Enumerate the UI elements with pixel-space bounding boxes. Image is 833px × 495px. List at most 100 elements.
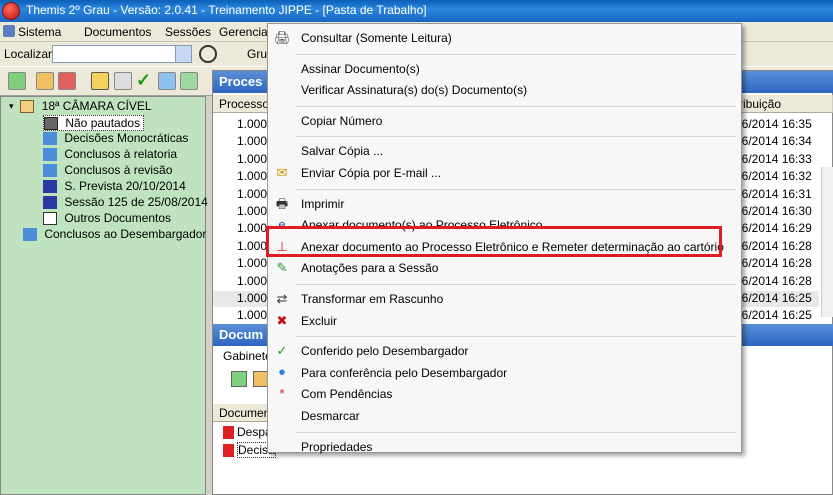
user-group-icon <box>43 164 57 178</box>
menu-item-label: Verificar Assinatura(s) do(s) Documento(… <box>301 83 528 98</box>
tree-item-label: Decisões Monocráticas <box>64 131 189 145</box>
distribution-date: 06/2014 16:25 <box>735 308 812 323</box>
printer-icon: 🖶 <box>275 195 289 211</box>
menu-item-label: Imprimir <box>301 196 345 211</box>
distribution-date: 06/2014 16:28 <box>735 256 812 271</box>
tab-gabinete[interactable]: Gabinete <box>223 349 272 363</box>
menu-separator <box>296 188 736 190</box>
tree-item-label: Outros Documentos <box>64 211 172 225</box>
window-title: Themis 2º Grau - Versão: 2.0.41 - Treina… <box>26 3 427 17</box>
app-logo-icon <box>2 2 20 20</box>
menu-item-label: Copiar Número <box>301 113 383 128</box>
menu-item-transformar-em-rascunho[interactable]: ⇄ Transformar em Rascunho <box>268 289 741 309</box>
tree-item-conclusos-desembargador[interactable]: Conclusos ao Desembargador <box>23 227 206 243</box>
blue-dot-icon: • <box>278 361 286 384</box>
column-header-documento[interactable]: Documen <box>213 404 273 422</box>
user-group-icon <box>23 228 37 242</box>
menu-sessoes[interactable]: Sessões <box>165 25 211 39</box>
menu-item-label: Desmarcar <box>301 409 360 423</box>
copy-icon[interactable] <box>114 72 132 90</box>
checkmark-icon[interactable]: ✓ <box>136 70 151 91</box>
scrollbar[interactable] <box>821 167 833 317</box>
tree-item-label: Conclusos à relatoria <box>64 147 178 161</box>
menu-item-label: Transformar em Rascunho <box>301 292 444 306</box>
menu-item-para-conferencia-pelo-desembargador[interactable]: • Para conferência pelo Desembargador <box>268 363 741 383</box>
pdf-icon <box>223 444 234 458</box>
menu-item-label: Enviar Cópia por E-mail ... <box>301 166 442 180</box>
pencil-note-icon: ✎ <box>276 260 288 276</box>
tree-item-nao-pautados[interactable]: Não pautados <box>43 115 145 131</box>
column-header-distribuicao[interactable]: ribuição <box>733 95 833 113</box>
menu-item-verificar-assinatura-s-do-s-documento-s[interactable]: Verificar Assinatura(s) do(s) Documento(… <box>268 80 741 100</box>
tree-root-label: 18ª CÂMARA CÍVEL <box>41 99 152 113</box>
process-number: 1.000 <box>237 169 268 184</box>
tree-item-sessao-125[interactable]: Sessão 125 de 25/08/2014 <box>43 195 208 211</box>
refresh-icon[interactable] <box>231 371 247 387</box>
menu-item-enviar-copia-por-e-mail[interactable]: ✉ Enviar Cópia por E-mail ... <box>268 163 741 183</box>
process-number: 1.000 <box>237 273 268 288</box>
menu-separator <box>296 136 736 138</box>
menu-item-label: Conferido pelo Desembargador <box>301 344 469 359</box>
menu-item-copiar-numero[interactable]: Copiar Número <box>268 111 741 131</box>
refresh-icon[interactable] <box>8 72 26 90</box>
menu-item-label: Salvar Cópia ... <box>301 144 384 159</box>
menu-item-com-pendencias[interactable]: * Com Pendências <box>268 384 741 404</box>
menu-item-consultar-somente-leitura[interactable]: 🖨 Consultar (Somente Leitura) <box>268 28 741 48</box>
tree-item-outros[interactable]: Outros Documentos <box>43 211 171 227</box>
menu-gerencia[interactable]: Gerencia <box>219 25 268 39</box>
tree-item-label: S. Prevista 20/10/2014 <box>64 179 186 193</box>
envelope-icon: ✉ <box>276 165 288 180</box>
tree-item-label: Não pautados <box>65 116 141 130</box>
book-icon[interactable] <box>158 72 176 90</box>
document-row[interactable]: Despa <box>223 425 272 440</box>
export-icon[interactable] <box>180 72 198 90</box>
menu-item-propriedades[interactable]: Propriedades <box>268 437 741 457</box>
distribution-date: 06/2014 16:29 <box>735 221 812 236</box>
tree-item-s-prevista[interactable]: S. Prevista 20/10/2014 <box>43 179 186 195</box>
menu-separator <box>296 105 736 107</box>
distribution-date: 06/2014 16:28 <box>735 273 812 288</box>
process-number: 1.000 <box>237 151 268 166</box>
menu-item-assinar-documento-s[interactable]: Assinar Documento(s) <box>268 59 741 79</box>
distribution-date: 06/2014 16:33 <box>735 151 812 166</box>
user-group-icon <box>43 148 57 162</box>
collapse-icon[interactable]: ▾ <box>9 101 17 112</box>
tree-item-revisao[interactable]: Conclusos à revisão <box>43 163 172 179</box>
search-input[interactable] <box>52 45 192 63</box>
process-number: 1.000 <box>237 134 268 149</box>
distribution-date: 06/2014 16:25 <box>735 291 812 305</box>
distribution-date: 06/2014 16:34 <box>735 134 812 149</box>
tree-root[interactable]: ▾ 18ª CÂMARA CÍVEL <box>9 99 152 115</box>
menu-item-label: Assinar Documento(s) <box>301 61 420 76</box>
document-icon[interactable] <box>91 72 109 90</box>
menu-item-imprimir[interactable]: 🖶 Imprimir <box>268 194 741 214</box>
menu-sistema[interactable]: Sistema <box>18 25 61 39</box>
delete-folder-icon[interactable] <box>58 72 76 90</box>
chevron-down-icon[interactable] <box>175 46 191 62</box>
menu-item-anotacoes-para-a-sessao[interactable]: ✎ Anotações para a Sessão <box>268 258 741 278</box>
menu-item-salvar-copia[interactable]: Salvar Cópia ... <box>268 141 741 161</box>
process-number: 1.000 <box>237 291 268 305</box>
menu-separator <box>296 284 736 285</box>
new-folder-icon[interactable] <box>36 72 54 90</box>
menu-item-conferido-pelo-desembargador[interactable]: ✓ Conferido pelo Desembargador <box>268 341 741 361</box>
distribution-date: 06/2014 16:31 <box>735 186 812 201</box>
distribution-date: 06/2014 16:28 <box>735 238 812 253</box>
tree-item-decisoes[interactable]: Decisões Monocráticas <box>43 131 188 147</box>
column-header-processo[interactable]: Processo <box>213 95 273 113</box>
search-label: Localizar: <box>4 47 56 61</box>
menu-app-icon <box>3 25 15 37</box>
tree-item-label: Conclusos à revisão <box>64 163 173 177</box>
calendar-icon <box>43 180 57 194</box>
menu-item-desmarcar[interactable]: Desmarcar <box>268 406 741 426</box>
print-preview-icon: 🖨 <box>274 30 291 45</box>
find-user-icon[interactable] <box>199 45 217 63</box>
menu-documentos[interactable]: Documentos <box>84 25 151 39</box>
process-number: 1.000 <box>237 204 268 218</box>
menu-item-excluir[interactable]: ✖ Excluir <box>268 311 741 331</box>
process-number: 1.000 <box>237 256 268 271</box>
tree-item-relatoria[interactable]: Conclusos à relatoria <box>43 147 177 163</box>
menu-separator <box>296 53 736 55</box>
checkmark-icon: ✓ <box>276 343 288 359</box>
process-number: 1.000 <box>237 186 268 201</box>
